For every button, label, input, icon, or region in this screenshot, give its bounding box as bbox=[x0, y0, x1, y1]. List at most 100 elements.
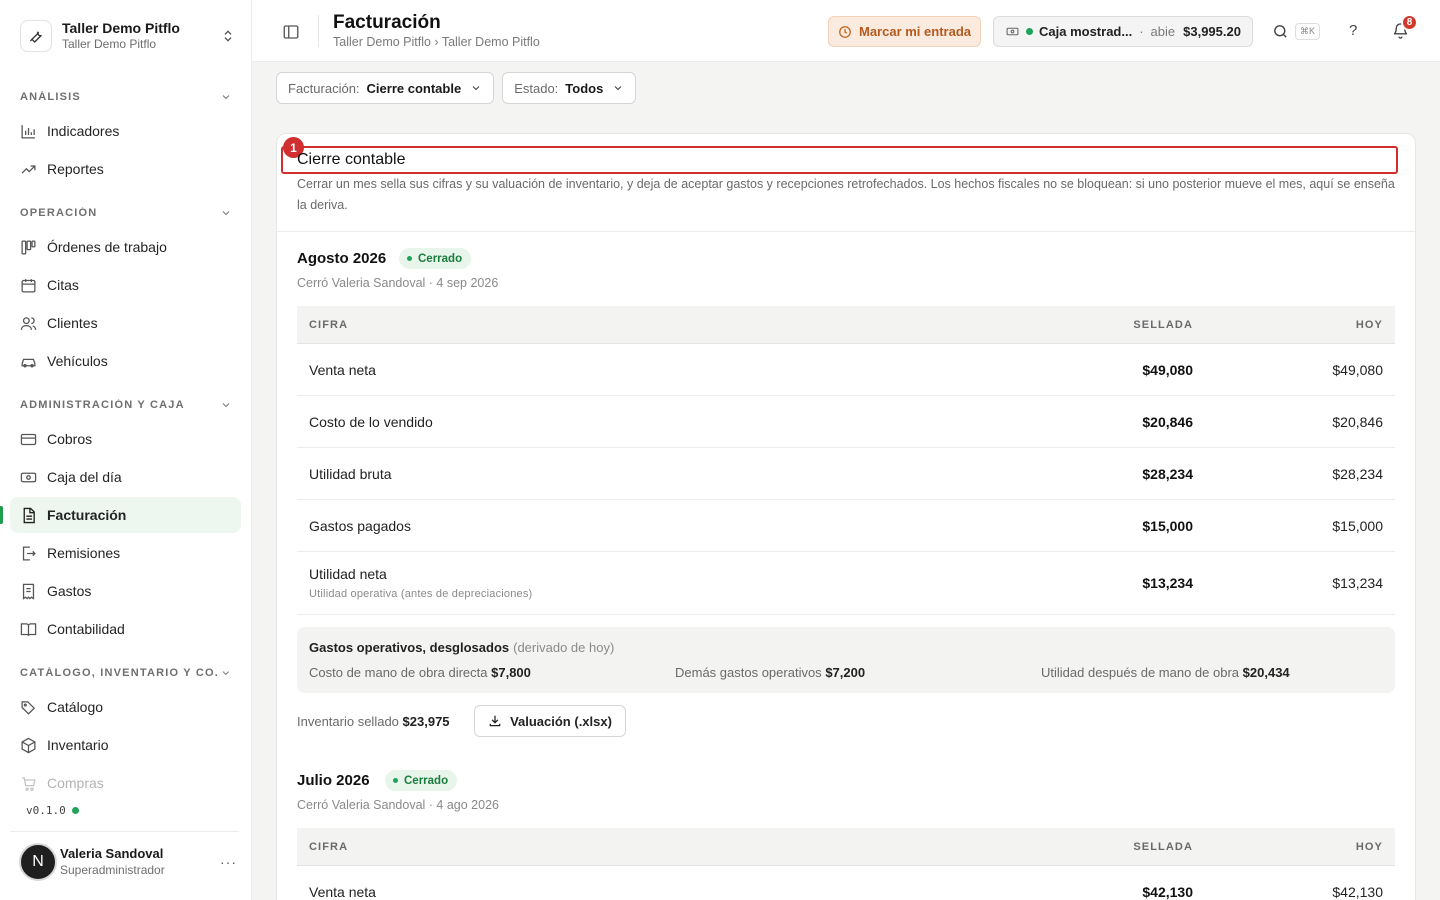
table-row: Utilidad neta Utilidad operativa (antes … bbox=[297, 552, 1395, 615]
sidebar-item-vehiculos[interactable]: Vehículos bbox=[10, 343, 241, 379]
cash-register-selector[interactable]: Caja mostrad... · abie $3,995.20 bbox=[993, 16, 1253, 47]
status-dot bbox=[1026, 28, 1033, 35]
user-menu[interactable]: N Valeria Sandoval Superadministrador ··… bbox=[19, 843, 237, 881]
user-name: Valeria Sandoval bbox=[60, 846, 164, 861]
workspace-sub: Taller Demo Pitflo bbox=[62, 37, 157, 51]
sidebar-item-compras[interactable]: Compras bbox=[10, 765, 241, 801]
sidebar-item-label: Órdenes de trabajo bbox=[47, 239, 167, 255]
filter-value: Todos bbox=[565, 80, 604, 96]
car-icon bbox=[21, 358, 36, 367]
cash-icon bbox=[1006, 27, 1019, 36]
row-today-value: $42,130 bbox=[1332, 883, 1383, 900]
cash-register-amount: $3,995.20 bbox=[1183, 24, 1241, 39]
section-catalogo[interactable]: CATÁLOGO, INVENTARIO Y CO... bbox=[20, 663, 232, 683]
section-administracion[interactable]: ADMINISTRACIÓN Y CAJA bbox=[20, 395, 232, 415]
sidebar-item-label: Contabilidad bbox=[47, 621, 125, 637]
ops-item-label: Utilidad después de mano de obra bbox=[1041, 665, 1240, 680]
chevron-down-icon bbox=[472, 86, 480, 91]
notification-badge: 8 bbox=[1401, 14, 1418, 31]
ops-item-label: Demás gastos operativos bbox=[675, 665, 822, 680]
row-label: Utilidad bruta bbox=[309, 465, 392, 482]
search-icon[interactable] bbox=[1272, 23, 1289, 40]
version-label: v0.1.0 bbox=[26, 804, 79, 817]
row-today-value: $28,234 bbox=[1332, 465, 1383, 482]
sidebar-item-citas[interactable]: Citas bbox=[10, 267, 241, 303]
sidebar-item-gastos[interactable]: Gastos bbox=[10, 573, 241, 609]
section-label: ANÁLISIS bbox=[20, 91, 81, 103]
sidebar-item-remisiones[interactable]: Remisiones bbox=[10, 535, 241, 571]
clock-in-label: Marcar mi entrada bbox=[859, 24, 971, 39]
sidebar-item-ordenes[interactable]: Órdenes de trabajo bbox=[10, 229, 241, 265]
workspace-name: Taller Demo Pitflo bbox=[62, 20, 180, 36]
row-today-value: $49,080 bbox=[1332, 361, 1383, 378]
more-icon[interactable]: ··· bbox=[220, 854, 237, 870]
sidebar-item-caja[interactable]: Caja del día bbox=[10, 459, 241, 495]
ops-item: Demás gastos operativos $7,200 bbox=[675, 665, 865, 680]
sidebar-item-cobros[interactable]: Cobros bbox=[10, 421, 241, 457]
kanban-icon bbox=[21, 239, 36, 255]
sidebar-item-indicadores[interactable]: Indicadores bbox=[10, 113, 241, 149]
sealed-inventory: Inventario sellado $23,975 bbox=[297, 714, 450, 729]
sidebar-item-catalogo[interactable]: Catálogo bbox=[10, 689, 241, 725]
sidebar-item-label: Inventario bbox=[47, 737, 109, 753]
sidebar-item-label: Clientes bbox=[47, 315, 98, 331]
row-label: Utilidad neta bbox=[309, 566, 387, 582]
sidebar-item-label: Citas bbox=[47, 277, 79, 293]
row-today-value: $13,234 bbox=[1332, 575, 1383, 591]
divider bbox=[277, 231, 1415, 232]
sidebar-item-contabilidad[interactable]: Contabilidad bbox=[10, 611, 241, 647]
clock-in-button[interactable]: Marcar mi entrada bbox=[828, 16, 981, 47]
sidebar-item-label: Indicadores bbox=[47, 123, 120, 139]
sidebar-toggle-icon[interactable] bbox=[282, 23, 300, 41]
row-sealed-value: $49,080 bbox=[1142, 361, 1193, 378]
sidebar-item-label: Compras bbox=[47, 775, 104, 791]
filter-label: Estado: bbox=[514, 80, 559, 96]
status-badge: Cerrado bbox=[385, 770, 458, 791]
receipt-icon bbox=[22, 583, 35, 600]
closed-by: Cerró Valeria Sandoval · 4 ago 2026 bbox=[297, 798, 499, 812]
status-select[interactable]: Estado: Todos bbox=[502, 72, 637, 104]
users-icon bbox=[20, 316, 37, 330]
billing-view-select[interactable]: Facturación: Cierre contable bbox=[276, 72, 495, 104]
section-label: CATÁLOGO, INVENTARIO Y CO... bbox=[20, 667, 221, 679]
sidebar-item-reportes[interactable]: Reportes bbox=[10, 151, 241, 187]
ops-item-value: $20,434 bbox=[1242, 665, 1290, 680]
breadcrumb[interactable]: Taller Demo Pitflo › Taller Demo Pitflo bbox=[333, 35, 540, 49]
invoice-icon bbox=[23, 507, 35, 523]
filter-bar: Facturación: Cierre contable Estado: Tod… bbox=[276, 72, 637, 104]
sidebar-item-label: Vehículos bbox=[47, 353, 108, 369]
row-sealed-value: $15,000 bbox=[1142, 517, 1193, 534]
table-row: Venta neta $42,130 $42,130 bbox=[297, 866, 1395, 900]
trend-icon bbox=[21, 164, 36, 173]
sidebar-item-label: Facturación bbox=[47, 507, 127, 523]
section-operacion[interactable]: OPERACIÓN bbox=[20, 203, 232, 223]
chevron-down-icon bbox=[222, 211, 230, 216]
sidebar-item-label: Catálogo bbox=[47, 699, 104, 715]
download-icon bbox=[489, 715, 501, 727]
wrench-icon bbox=[20, 20, 52, 52]
month-title: Julio 2026 bbox=[297, 772, 370, 789]
row-label: Gastos pagados bbox=[309, 517, 411, 534]
chevron-down-icon bbox=[222, 95, 230, 100]
sidebar-item-label: Reportes bbox=[47, 161, 104, 177]
row-sealed-value: $13,234 bbox=[1142, 575, 1193, 591]
sidebar-item-inventario[interactable]: Inventario bbox=[10, 727, 241, 763]
bar-chart-icon bbox=[21, 124, 35, 139]
section-analisis[interactable]: ANÁLISIS bbox=[20, 87, 232, 107]
divider bbox=[318, 15, 319, 47]
sidebar-item-facturacion[interactable]: Facturación bbox=[0, 497, 241, 533]
help-icon[interactable]: ? bbox=[1349, 22, 1357, 39]
download-valuation-button[interactable]: Valuación (.xlsx) bbox=[474, 705, 626, 737]
sidebar-item-clientes[interactable]: Clientes bbox=[10, 305, 241, 341]
highlight-box bbox=[281, 146, 1398, 174]
inventory-label: Inventario sellado bbox=[297, 714, 399, 729]
separator: · bbox=[1139, 24, 1144, 39]
sidebar-item-label: Caja del día bbox=[47, 469, 122, 485]
workspace-switcher[interactable]: Taller Demo Pitflo Taller Demo Pitflo bbox=[20, 18, 236, 54]
column-header-sellada: SELLADA bbox=[1133, 318, 1193, 331]
ops-item-value: $7,800 bbox=[491, 665, 531, 680]
column-header-hoy: HOY bbox=[1355, 840, 1383, 853]
column-header-hoy: HOY bbox=[1355, 318, 1383, 331]
month-title: Agosto 2026 bbox=[297, 250, 387, 267]
divider bbox=[10, 831, 239, 832]
